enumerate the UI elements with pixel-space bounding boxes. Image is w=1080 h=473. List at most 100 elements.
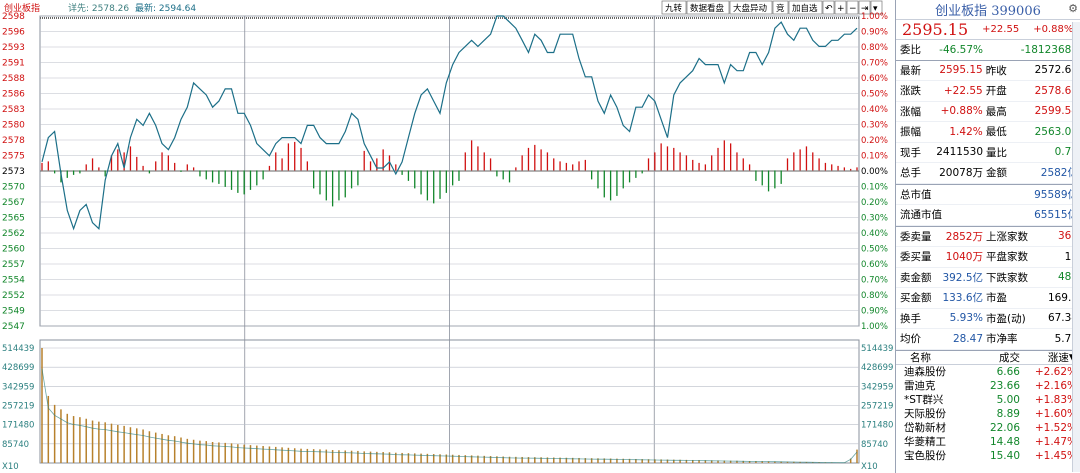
toolbar-button-label: 数据看盘 xyxy=(690,3,725,14)
stock-volume: 15.40 xyxy=(989,449,1020,462)
y-tick-left: 2567 xyxy=(2,198,25,208)
y-tick-right: 0.40% xyxy=(861,229,888,239)
stat-value: 2595.15 xyxy=(939,64,983,77)
stat-label-2: 上涨家数 xyxy=(986,230,1028,243)
list-item[interactable]: 宝色股份 15.40 +1.45% xyxy=(896,449,1080,463)
stock-volume: 23.66 xyxy=(989,379,1020,392)
y-tick-right: 0.80% xyxy=(861,43,888,53)
stat-row: 均价 28.47 市净率 5.72 xyxy=(896,329,1080,350)
y-tick-right: 0.30% xyxy=(861,121,888,131)
stat-label: 流通市值 xyxy=(900,209,942,222)
stat-value: 133.6亿 xyxy=(942,292,983,305)
list-item[interactable]: 雷迪克 23.66 +2.16% xyxy=(896,379,1080,393)
volume-tick-left: 257219 xyxy=(2,402,34,412)
index-title: 创业板指 399006 ⚙ xyxy=(896,0,1080,20)
weibi-label: 委比 xyxy=(900,44,921,57)
minus-icon-glyph: − xyxy=(849,4,857,14)
stat-label-2: 开盘 xyxy=(985,85,1007,98)
stock-name: *ST群兴 xyxy=(904,394,944,406)
stat-label: 涨幅 xyxy=(900,105,921,118)
y-tick-left: 2575 xyxy=(2,152,25,162)
stat-label-2: 下跌家数 xyxy=(986,271,1028,284)
price-change-pct: +0.88% xyxy=(1033,24,1074,35)
list-item[interactable]: *ST群兴 5.00 +1.83% xyxy=(896,393,1080,407)
volume-tick-left: 85740 xyxy=(2,440,29,450)
y-tick-left: 2557 xyxy=(2,260,25,270)
volume-tick-left: 514439 xyxy=(2,344,34,354)
list-item[interactable]: 天际股份 8.89 +1.60% xyxy=(896,407,1080,421)
col-speed[interactable]: 涨速▼ xyxy=(1020,350,1080,365)
y-tick-right: 0.70% xyxy=(861,276,888,286)
y-tick-right: 0.90% xyxy=(861,307,888,317)
col-volume[interactable]: 成交 xyxy=(980,350,1020,365)
y-tick-left: 2593 xyxy=(2,43,25,53)
stat-value: 65515亿 xyxy=(1034,209,1078,222)
y-tick-right: 0.80% xyxy=(861,291,888,301)
stat-label-2: 平盘家数 xyxy=(986,251,1028,264)
volume-tick-right: 342959 xyxy=(861,382,893,392)
stat-row: 流通市值 65515亿 xyxy=(896,205,1080,226)
toolbar-button-label: 加自选 xyxy=(792,3,818,14)
stat-label: 均价 xyxy=(900,333,921,346)
y-tick-left: 2583 xyxy=(2,105,25,115)
y-tick-left: 2554 xyxy=(2,276,25,286)
stat-label: 现手 xyxy=(900,146,921,159)
stat-label: 振幅 xyxy=(900,126,921,139)
stat-label-2: 昨收 xyxy=(985,64,1007,77)
y-tick-left: 2580 xyxy=(2,121,25,131)
stock-volume: 14.48 xyxy=(989,435,1020,448)
stat-value: 95589亿 xyxy=(1034,188,1078,201)
stat-row: 总手 20078万 金额 2582亿 xyxy=(896,163,1080,184)
intraday-chart[interactable]: 创业板指 详先: 2578.26 最新: 2594.64 九转 数据看盘 大盘异动竞加自选… xyxy=(0,0,895,473)
stat-label-2: 市净率 xyxy=(986,333,1018,346)
col-name[interactable]: 名称 xyxy=(896,350,980,365)
stat-row: 最新 2595.15 昨收 2572.60 xyxy=(896,61,1080,81)
stat-label-2: 最低 xyxy=(985,126,1007,139)
stat-label: 委买量 xyxy=(900,251,932,264)
stat-label: 总市值 xyxy=(900,188,932,201)
y-tick-right: 0.10% xyxy=(861,152,888,162)
y-tick-right: 0.00% xyxy=(861,167,888,177)
y-tick-left: 2591 xyxy=(2,59,25,69)
stock-name: 宝色股份 xyxy=(904,450,946,462)
list-item[interactable]: 岱勒新材 22.06 +1.52% xyxy=(896,421,1080,435)
stat-row: 买金额 133.6亿 市盈 169.1 xyxy=(896,288,1080,309)
toolbar-button-label: 竞 xyxy=(776,3,785,14)
y-tick-right: 0.70% xyxy=(861,59,888,69)
side-scrollbar[interactable] xyxy=(1072,22,1080,472)
stat-label: 最新 xyxy=(900,64,921,77)
stock-volume: 8.89 xyxy=(996,407,1020,420)
y-tick-right: 0.50% xyxy=(861,90,888,100)
y-tick-right: 0.30% xyxy=(861,214,888,224)
stock-name: 岱勒新材 xyxy=(904,422,946,434)
index-title-text: 创业板指 399006 xyxy=(935,4,1041,19)
stat-value: 392.5亿 xyxy=(942,271,983,284)
stat-label: 买金额 xyxy=(900,292,932,305)
market-cap-stats: 总市值 95589亿流通市值 65515亿 xyxy=(896,185,1080,227)
stat-row: 委买量1040万平盘家数12 xyxy=(896,247,1080,268)
stock-name: 迪森股份 xyxy=(904,366,946,378)
y-tick-right: 0.90% xyxy=(861,28,888,38)
y-tick-left: 2578 xyxy=(2,136,25,146)
stock-name: 天际股份 xyxy=(904,408,946,420)
stock-speed: +1.52% xyxy=(1034,421,1077,434)
y-tick-right: 0.60% xyxy=(861,260,888,270)
list-item[interactable]: 华菱精工 14.48 +1.47% xyxy=(896,435,1080,449)
volume-tick-left: 428699 xyxy=(2,363,34,373)
gear-icon[interactable]: ⚙ xyxy=(1068,2,1078,15)
toolbar-button-label: 九转 xyxy=(665,3,683,14)
stock-speed: +1.60% xyxy=(1034,407,1077,420)
stat-label-2: 最高 xyxy=(985,105,1007,118)
stock-speed: +2.62% xyxy=(1034,365,1077,378)
stat-label-2: 量比 xyxy=(986,146,1007,159)
quote-stats: 最新 2595.15 昨收 2572.60 涨跌 +22.55 开盘 2578.69 涨幅 +0.… xyxy=(896,61,1080,185)
price-summary: 2595.15 +22.55 +0.88% xyxy=(896,20,1080,40)
volume-multiplier-right: X10 xyxy=(861,462,878,472)
stat-label: 总手 xyxy=(900,167,921,180)
list-item[interactable]: 迪森股份 6.66 +2.62% xyxy=(896,365,1080,379)
y-tick-left: 2573 xyxy=(2,167,25,177)
stat-label: 涨跌 xyxy=(900,85,921,98)
col-speed-label: 涨速 xyxy=(1047,351,1069,364)
undo-icon-glyph: ↶ xyxy=(825,4,833,14)
y-tick-right: 1.00% xyxy=(861,322,888,332)
